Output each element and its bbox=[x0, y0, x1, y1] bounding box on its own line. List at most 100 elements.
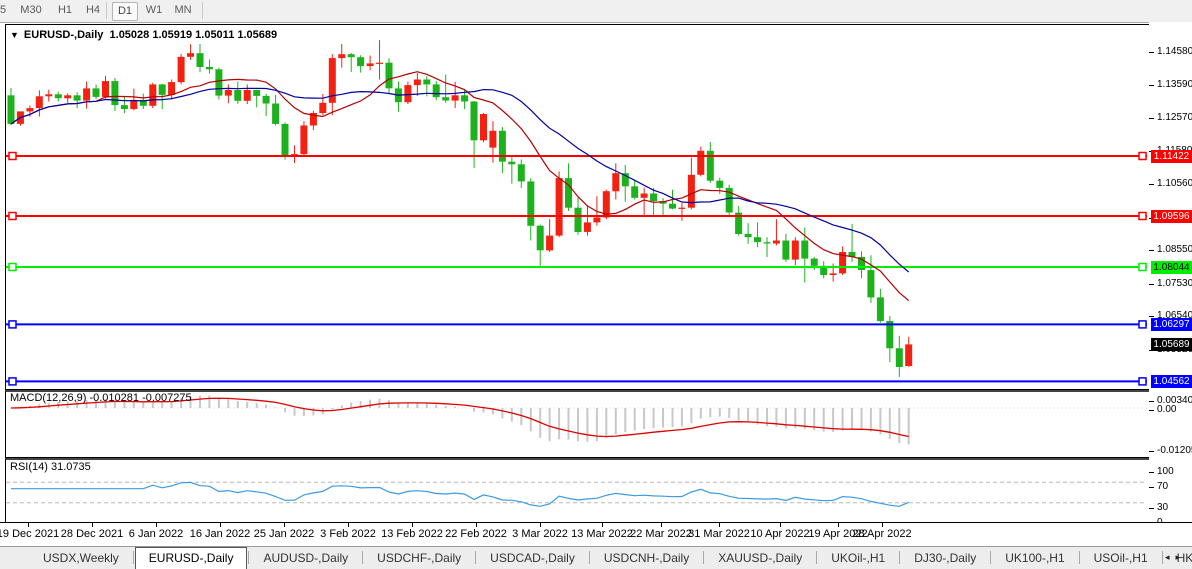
date-label: 22 Feb 2022 bbox=[445, 528, 507, 540]
macd-tick-label: -0.012058 bbox=[1157, 445, 1192, 456]
timeframe-button-m30[interactable]: M30 bbox=[16, 2, 46, 19]
toolbar-separator bbox=[202, 2, 203, 19]
chart-tab-dj30-daily[interactable]: DJ30-,Daily bbox=[901, 548, 989, 569]
date-tick-mark bbox=[92, 523, 93, 527]
date-label: 13 Feb 2022 bbox=[381, 528, 443, 540]
chart-tab-audusd-daily[interactable]: AUDUSD-,Daily bbox=[250, 548, 361, 569]
date-label: 16 Jan 2022 bbox=[190, 528, 251, 540]
chart-title: ▼ EURUSD-,Daily 1.05028 1.05919 1.05011 1… bbox=[10, 29, 277, 41]
hline-price-tag: 1.04562 bbox=[1151, 375, 1192, 388]
trading-terminal-window: { "toolbar": { "buttons": ["5","M30","H1… bbox=[0, 0, 1192, 569]
date-label: 3 Mar 2022 bbox=[512, 528, 568, 540]
tab-separator bbox=[703, 551, 704, 564]
chart-tab-usdx-weekly[interactable]: USDX,Weekly bbox=[30, 548, 132, 569]
chart-tab-xauusd-daily[interactable]: XAUUSD-,Daily bbox=[705, 548, 815, 569]
hline-price-tag: 1.09596 bbox=[1151, 210, 1192, 223]
tab-separator bbox=[589, 551, 590, 564]
rsi-tick-mark bbox=[1149, 508, 1154, 509]
tab-separator bbox=[362, 551, 363, 564]
price-tick-label: 1.13590 bbox=[1157, 79, 1192, 90]
price-tick-mark bbox=[1149, 284, 1154, 285]
price-tick-label: 1.12570 bbox=[1157, 112, 1192, 123]
timeframe-button-mn[interactable]: MN bbox=[170, 2, 196, 19]
price-axis[interactable]: 1.145801.135901.125701.115801.105601.095… bbox=[1149, 22, 1192, 546]
tab-separator bbox=[1079, 551, 1080, 564]
date-tick-mark bbox=[661, 523, 662, 527]
macd-tick-mark bbox=[1149, 410, 1154, 411]
timeframe-button-5[interactable]: 5 bbox=[0, 2, 10, 19]
timeframe-button-h1[interactable]: H1 bbox=[54, 2, 76, 19]
tab-separator bbox=[1162, 551, 1163, 564]
rsi-tick-label: 30 bbox=[1157, 502, 1168, 513]
hline-price-tag: 1.06297 bbox=[1151, 318, 1192, 331]
macd-label: MACD(12,26,9) -0.010281 -0.007275 bbox=[10, 392, 192, 404]
chart-tab-ukoil-h1[interactable]: UKOil-,H1 bbox=[818, 548, 898, 569]
tab-separator bbox=[475, 551, 476, 564]
date-tick-mark bbox=[838, 523, 839, 527]
date-label: 13 Mar 2022 bbox=[571, 528, 633, 540]
date-label: 19 Dec 2021 bbox=[0, 528, 59, 540]
price-tick-mark bbox=[1149, 52, 1154, 53]
chart-tab-usdchf-daily[interactable]: USDCHF-,Daily bbox=[364, 548, 474, 569]
price-tick-mark bbox=[1149, 85, 1154, 86]
chart-tab-uk100-h1[interactable]: UK100-,H1 bbox=[992, 548, 1077, 569]
tab-separator bbox=[248, 551, 249, 564]
tab-separator bbox=[899, 551, 900, 564]
timeframe-button-h4[interactable]: H4 bbox=[82, 2, 104, 19]
date-tick-mark bbox=[284, 523, 285, 527]
macd-tick-mark bbox=[1149, 401, 1154, 402]
date-label: 3 Feb 2022 bbox=[320, 528, 376, 540]
candlestick-chart bbox=[6, 25, 1147, 387]
price-tick-label: 1.14580 bbox=[1157, 46, 1192, 57]
date-label: 31 Mar 2022 bbox=[688, 528, 750, 540]
tab-scroll-right-icon[interactable]: ▸ bbox=[1175, 552, 1186, 562]
date-tick-mark bbox=[780, 523, 781, 527]
current-price-tag: 1.05689 bbox=[1151, 338, 1192, 351]
date-tick-mark bbox=[156, 523, 157, 527]
date-tick-mark bbox=[28, 523, 29, 527]
chart-tab-usdcad-daily[interactable]: USDCAD-,Daily bbox=[477, 548, 588, 569]
date-label: 10 Apr 2022 bbox=[750, 528, 809, 540]
main-chart-pane[interactable] bbox=[5, 24, 1150, 390]
macd-tick-label: 0.00 bbox=[1157, 404, 1176, 415]
chart-tab-usdcnh-daily[interactable]: USDCNH-,Daily bbox=[591, 548, 702, 569]
hline-price-tag: 1.11422 bbox=[1151, 150, 1192, 163]
rsi-tick-label: 100 bbox=[1157, 466, 1174, 477]
date-label: 28 Apr 2022 bbox=[852, 528, 911, 540]
chart-tab-bar: USDX,WeeklyEURUSD-,DailyAUDUSD-,DailyUSD… bbox=[0, 546, 1192, 569]
chart-ohlc-values: 1.05028 1.05919 1.05011 1.05689 bbox=[110, 29, 278, 41]
price-tick-label: 1.10560 bbox=[1157, 178, 1192, 189]
date-tick-mark bbox=[719, 523, 720, 527]
price-tick-label: 1.08550 bbox=[1157, 244, 1192, 255]
chart-tab-usoil-h1[interactable]: USOil-,H1 bbox=[1081, 548, 1161, 569]
rsi-label: RSI(14) 31.0735 bbox=[10, 461, 91, 473]
date-tick-mark bbox=[602, 523, 603, 527]
price-tick-mark bbox=[1149, 184, 1154, 185]
tab-separator bbox=[816, 551, 817, 564]
price-tick-mark bbox=[1149, 118, 1154, 119]
toolbar-separator bbox=[106, 2, 107, 19]
tab-separator bbox=[990, 551, 991, 564]
chart-tab-eurusd-daily[interactable]: EURUSD-,Daily bbox=[135, 547, 248, 569]
chart-symbol: EURUSD-,Daily bbox=[24, 29, 103, 41]
date-label: 6 Jan 2022 bbox=[129, 528, 183, 540]
tab-scroll-left-icon[interactable]: ◂ bbox=[1165, 552, 1176, 562]
rsi-pane[interactable] bbox=[5, 458, 1150, 524]
date-tick-mark bbox=[882, 523, 883, 527]
date-label: 25 Jan 2022 bbox=[254, 528, 315, 540]
date-tick-mark bbox=[476, 523, 477, 527]
date-label: 28 Dec 2021 bbox=[61, 528, 123, 540]
rsi-plot bbox=[6, 460, 1147, 520]
date-tick-mark bbox=[412, 523, 413, 527]
price-tick-label: 1.07530 bbox=[1157, 278, 1192, 289]
time-axis[interactable]: 19 Dec 202128 Dec 2021 6 Jan 2022 16 Jan 2… bbox=[0, 522, 1192, 547]
date-label: 22 Mar 2022 bbox=[630, 528, 692, 540]
chart-menu-caret-icon[interactable]: ▼ bbox=[10, 30, 19, 40]
date-tick-mark bbox=[348, 523, 349, 527]
date-tick-mark bbox=[220, 523, 221, 527]
date-tick-mark bbox=[540, 523, 541, 527]
rsi-tick-mark bbox=[1149, 487, 1154, 488]
timeframe-button-d1[interactable]: D1 bbox=[112, 2, 138, 21]
timeframe-button-w1[interactable]: W1 bbox=[142, 2, 166, 19]
hline-price-tag: 1.08044 bbox=[1151, 261, 1192, 274]
